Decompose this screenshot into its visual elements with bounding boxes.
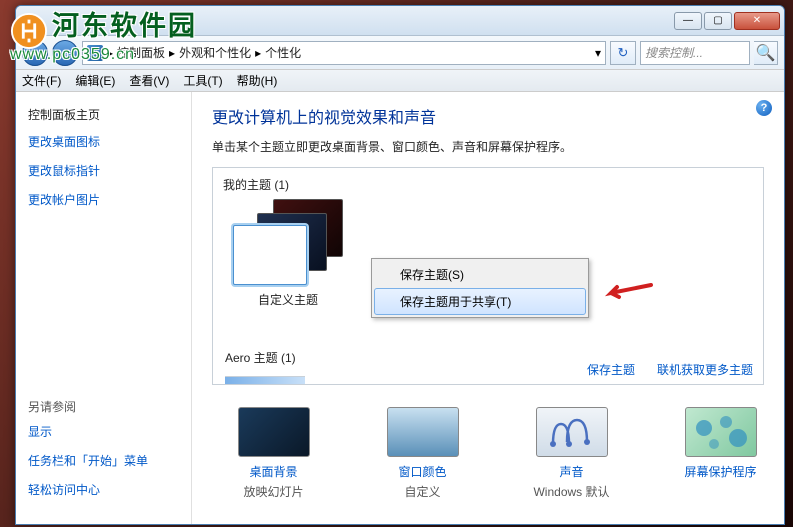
link-change-account-picture[interactable]: 更改帐户图片 [28,191,179,208]
aero-themes-heading: Aero 主题 (1) [225,349,296,366]
menu-edit[interactable]: 编辑(E) [75,72,115,89]
category-window-color[interactable]: 窗口颜色 自定义 [379,407,466,500]
link-save-theme[interactable]: 保存主题 [587,361,635,378]
address-bar: ← → ▸ 控制面板 ▸ 外观和个性化 ▸ 个性化 ▾ ↻ 搜索控制... 🔍 [16,36,784,70]
nav-back-button[interactable]: ← [22,40,48,66]
window-titlebar: — ▢ ✕ [16,6,784,36]
breadcrumb-item[interactable]: 外观和个性化 [179,44,251,61]
menu-view[interactable]: 查看(V) [129,72,169,89]
search-input[interactable]: 搜索控制... [640,41,750,65]
link-display[interactable]: 显示 [28,423,179,440]
category-title[interactable]: 屏幕保护程序 [677,463,764,480]
personalization-categories: 桌面背景 放映幻灯片 窗口颜色 自定义 声音 Windows 默认 [230,407,764,500]
link-change-mouse-pointer[interactable]: 更改鼠标指针 [28,162,179,179]
control-panel-window: — ▢ ✕ ← → ▸ 控制面板 ▸ 外观和个性化 ▸ 个性化 ▾ ↻ 搜索控制… [15,5,785,525]
category-title[interactable]: 声音 [528,463,615,480]
left-navigation: 控制面板主页 更改桌面图标 更改鼠标指针 更改帐户图片 另请参阅 显示 任务栏和… [16,92,192,524]
window-color-icon [387,407,459,457]
category-title[interactable]: 窗口颜色 [379,463,466,480]
theme-action-links: 保存主题 联机获取更多主题 [587,361,753,378]
theme-item-custom[interactable]: 自定义主题 [223,199,353,308]
screensaver-icon [685,407,757,457]
menu-help[interactable]: 帮助(H) [237,72,278,89]
search-button[interactable]: 🔍 [754,41,778,65]
breadcrumb-sep: ▸ [255,46,261,60]
minimize-button[interactable]: — [674,12,702,30]
breadcrumb-dropdown-icon[interactable]: ▾ [595,46,601,60]
menu-file[interactable]: 文件(F) [22,72,61,89]
aero-theme-preview[interactable] [225,376,305,384]
menu-item-save-theme-for-sharing[interactable]: 保存主题用于共享(T) [374,288,586,315]
category-desktop-background[interactable]: 桌面背景 放映幻灯片 [230,407,317,500]
menu-tools[interactable]: 工具(T) [183,72,222,89]
theme-thumbnail [233,199,343,285]
breadcrumb-bar[interactable]: ▸ 控制面板 ▸ 外观和个性化 ▸ 个性化 ▾ [82,41,606,65]
menu-bar: 文件(F) 编辑(E) 查看(V) 工具(T) 帮助(H) [16,70,784,92]
link-taskbar-start[interactable]: 任务栏和「开始」菜单 [28,452,179,469]
my-themes-heading: 我的主题 (1) [223,176,753,193]
menu-item-save-theme[interactable]: 保存主题(S) [374,261,586,288]
breadcrumb-item[interactable]: 个性化 [265,44,301,61]
link-get-more-themes[interactable]: 联机获取更多主题 [657,361,753,378]
breadcrumb-item[interactable]: 控制面板 [117,44,165,61]
theme-name-label: 自定义主题 [223,291,353,308]
window-body: 控制面板主页 更改桌面图标 更改鼠标指针 更改帐户图片 另请参阅 显示 任务栏和… [16,92,784,524]
control-panel-icon [87,45,103,61]
context-menu: 保存主题(S) 保存主题用于共享(T) [371,258,589,318]
help-icon[interactable]: ? [756,100,772,116]
themes-container: 我的主题 (1) 自定义主题 保存主题(S) 保存主题用于共享(T) 保存主题 [212,167,764,385]
category-screensaver[interactable]: 屏幕保护程序 [677,407,764,500]
desktop-background-icon [238,407,310,457]
breadcrumb-sep: ▸ [107,46,113,60]
category-sounds[interactable]: 声音 Windows 默认 [528,407,615,500]
breadcrumb-sep: ▸ [169,46,175,60]
category-subtitle: 放映幻灯片 [230,483,317,500]
sounds-icon [536,407,608,457]
page-title: 更改计算机上的视觉效果和声音 [212,104,764,128]
nav-forward-button[interactable]: → [52,40,78,66]
refresh-button[interactable]: ↻ [610,41,636,65]
annotation-arrow-icon [603,279,653,308]
see-also-heading: 另请参阅 [28,398,179,415]
category-title[interactable]: 桌面背景 [230,463,317,480]
nav-heading: 控制面板主页 [28,106,179,123]
maximize-button[interactable]: ▢ [704,12,732,30]
link-ease-of-access[interactable]: 轻松访问中心 [28,481,179,498]
close-button[interactable]: ✕ [734,12,780,30]
category-subtitle: 自定义 [379,483,466,500]
link-change-desktop-icons[interactable]: 更改桌面图标 [28,133,179,150]
page-description: 单击某个主题立即更改桌面背景、窗口颜色、声音和屏幕保护程序。 [212,138,764,155]
category-subtitle: Windows 默认 [528,483,615,500]
content-pane: ? 更改计算机上的视觉效果和声音 单击某个主题立即更改桌面背景、窗口颜色、声音和… [192,92,784,524]
